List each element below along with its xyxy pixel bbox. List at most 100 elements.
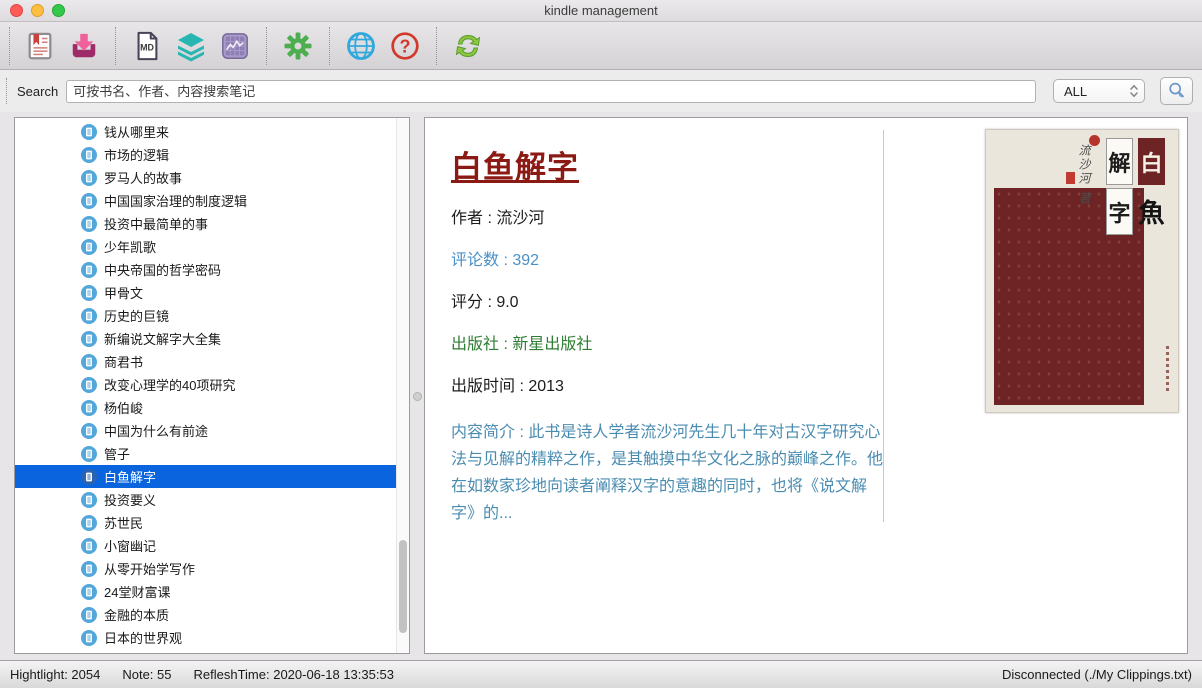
svg-text:?: ? <box>400 36 411 56</box>
cover-char-yu: 魚 <box>1138 188 1165 235</box>
book-note-icon <box>81 400 97 416</box>
toolbar-separator <box>436 27 437 65</box>
settings-gear-button[interactable] <box>276 25 320 67</box>
book-list-panel: 钱从哪里来市场的逻辑罗马人的故事中国国家治理的制度逻辑投资中最简单的事少年凯歌中… <box>14 117 410 654</box>
cover-char-bai: 白 <box>1138 138 1165 185</box>
search-bar-handle <box>6 78 7 104</box>
list-item[interactable]: 中国为什么有前途 <box>15 419 409 442</box>
list-item-label: 少年凯歌 <box>104 237 156 256</box>
list-item-label: 中国为什么有前途 <box>104 421 208 440</box>
notes-document-icon <box>25 30 55 62</box>
list-item[interactable]: 市场的逻辑 <box>15 143 409 166</box>
list-item[interactable]: 投资中最简单的事 <box>15 212 409 235</box>
list-item[interactable]: 苏世民 <box>15 511 409 534</box>
book-note-icon <box>81 607 97 623</box>
list-item-label: 甲骨文 <box>104 283 143 302</box>
filter-dropdown[interactable]: ALL <box>1053 79 1145 103</box>
cover-publisher-marks <box>1166 346 1169 392</box>
list-item-label: 新编说文解字大全集 <box>104 329 221 348</box>
cover-author-signature: 流沙河 著 <box>1076 144 1093 206</box>
book-note-icon <box>81 124 97 140</box>
list-item[interactable]: 改变心理学的40项研究 <box>15 373 409 396</box>
book-note-icon <box>81 492 97 508</box>
list-item[interactable]: 新编说文解字大全集 <box>15 327 409 350</box>
cover-char-jie: 解 <box>1106 138 1133 185</box>
note-count: Note: 55 <box>122 667 171 682</box>
book-detail: 白鱼解字 作者 : 流沙河评论数 : 392评分 : 9.0出版社 : 新星出版… <box>451 142 887 527</box>
list-item[interactable]: 从零开始学写作 <box>15 557 409 580</box>
stats-chart-icon <box>219 31 251 61</box>
list-item[interactable]: 杨伯峻 <box>15 396 409 419</box>
book-note-icon <box>81 446 97 462</box>
layers-button[interactable] <box>169 25 213 67</box>
status-bar: Hightlight: 2054 Note: 55 RefleshTime: 2… <box>0 660 1202 688</box>
stats-chart-button[interactable] <box>213 25 257 67</box>
search-bar: Search ALL <box>0 70 1202 112</box>
book-note-icon <box>81 331 97 347</box>
detail-field: 评分 : 9.0 <box>451 293 887 313</box>
book-note-icon <box>81 561 97 577</box>
web-globe-icon <box>345 30 377 62</box>
scrollbar-thumb[interactable] <box>399 540 407 633</box>
splitter-handle[interactable] <box>413 392 422 401</box>
book-note-icon <box>81 423 97 439</box>
list-item-label: 钱从哪里来 <box>104 122 169 141</box>
refresh-sync-button[interactable] <box>446 25 490 67</box>
cover-seal-stamp <box>1066 172 1075 184</box>
list-item-label: 杨伯峻 <box>104 398 143 417</box>
list-item[interactable]: 中国国家治理的制度逻辑 <box>15 189 409 212</box>
connection-status: Disconnected (./My Clippings.txt) <box>1002 667 1192 682</box>
list-item[interactable]: 罗马人的故事 <box>15 166 409 189</box>
help-question-button[interactable]: ? <box>383 25 427 67</box>
detail-field: 出版时间 : 2013 <box>451 377 887 397</box>
list-item-label: 从零开始学写作 <box>104 559 195 578</box>
close-button[interactable] <box>10 4 23 17</box>
list-item[interactable]: 小窗幽记 <box>15 534 409 557</box>
book-title-link[interactable]: 白鱼解字 <box>451 142 887 187</box>
book-note-icon <box>81 538 97 554</box>
import-download-icon <box>68 31 100 61</box>
book-cover: 白 解 字 魚 流沙河 著 <box>985 129 1179 413</box>
list-item-selected[interactable]: 白鱼解字 <box>15 465 409 488</box>
list-item-label: 金融的本质 <box>104 605 169 624</box>
list-item[interactable]: 中央帝国的哲学密码 <box>15 258 409 281</box>
book-note-icon <box>81 354 97 370</box>
list-item[interactable]: 金融的本质 <box>15 603 409 626</box>
list-item[interactable]: 日本的世界观 <box>15 626 409 649</box>
notes-document-button[interactable] <box>18 25 62 67</box>
book-note-icon <box>81 584 97 600</box>
search-button[interactable] <box>1160 77 1193 105</box>
book-detail-panel: 白鱼解字 作者 : 流沙河评论数 : 392评分 : 9.0出版社 : 新星出版… <box>424 117 1188 654</box>
toolbar-separator <box>329 27 330 65</box>
book-note-icon <box>81 262 97 278</box>
minimize-button[interactable] <box>31 4 44 17</box>
list-item[interactable]: 24堂财富课 <box>15 580 409 603</box>
list-item[interactable]: 历史的巨镜 <box>15 304 409 327</box>
import-download-button[interactable] <box>62 25 106 67</box>
list-item-label: 管子 <box>104 444 130 463</box>
app-window: kindle management MD? Search ALL 钱从哪 <box>0 0 1202 688</box>
list-item[interactable]: 钱从哪里来 <box>15 120 409 143</box>
list-scrollbar[interactable] <box>396 118 409 653</box>
list-item[interactable]: 少年凯歌 <box>15 235 409 258</box>
detail-divider <box>883 130 884 522</box>
toolbar: MD? <box>0 22 1202 70</box>
markdown-file-button[interactable]: MD <box>125 25 169 67</box>
search-input[interactable] <box>66 80 1036 103</box>
list-item-label: 24堂财富课 <box>104 582 170 601</box>
list-item[interactable]: 甲骨文 <box>15 281 409 304</box>
list-item[interactable]: 管子 <box>15 442 409 465</box>
list-item[interactable]: 商君书 <box>15 350 409 373</box>
detail-field: 评论数 : 392 <box>451 251 887 271</box>
list-item-label: 苏世民 <box>104 513 143 532</box>
web-globe-button[interactable] <box>339 25 383 67</box>
titlebar: kindle management <box>0 0 1202 22</box>
list-item-label: 中国国家治理的制度逻辑 <box>104 191 247 210</box>
zoom-button[interactable] <box>52 4 65 17</box>
list-item-label: 小窗幽记 <box>104 536 156 555</box>
detail-field: 出版社 : 新星出版社 <box>451 335 887 355</box>
list-item[interactable]: 投资要义 <box>15 488 409 511</box>
book-note-icon <box>81 469 97 485</box>
book-note-icon <box>81 147 97 163</box>
toolbar-buttons: MD? <box>18 25 490 67</box>
